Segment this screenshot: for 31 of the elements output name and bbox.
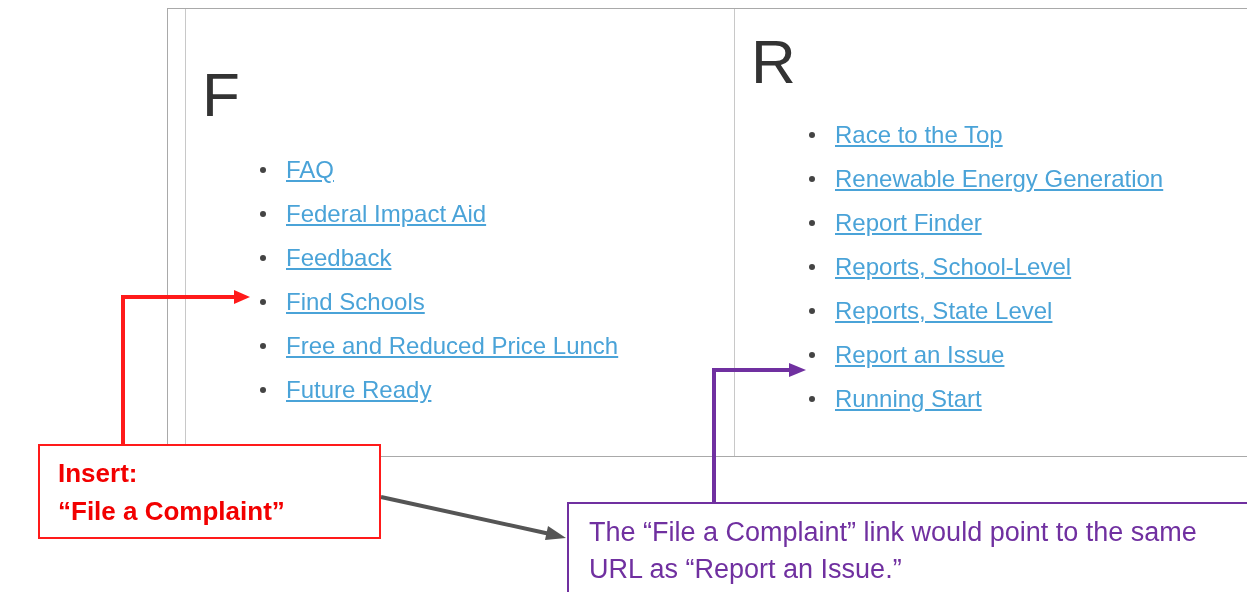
index-link[interactable]: Feedback	[286, 244, 392, 272]
index-link[interactable]: Future Ready	[286, 376, 432, 404]
bullet-icon	[260, 387, 266, 393]
index-link[interactable]: Find Schools	[286, 288, 425, 316]
index-link[interactable]: Federal Impact Aid	[286, 200, 487, 228]
bullet-icon	[260, 211, 266, 217]
bullet-icon	[809, 352, 815, 358]
note-text: Insert:	[58, 456, 139, 490]
bullet-icon	[260, 167, 266, 173]
bullet-icon	[260, 299, 266, 305]
bullet-icon	[809, 132, 815, 138]
bullet-icon	[809, 264, 815, 270]
index-link[interactable]: Renewable Energy Generation	[835, 165, 1164, 193]
index-link[interactable]: Race to the Top	[835, 121, 1003, 149]
bullet-icon	[809, 220, 815, 226]
index-link[interactable]: Running Start	[835, 385, 982, 413]
bullet-icon	[260, 255, 266, 261]
index-link[interactable]: Reports, State Level	[835, 297, 1053, 325]
index-link[interactable]: FAQ	[286, 156, 334, 184]
index-link[interactable]: Report Finder	[835, 209, 982, 237]
bullet-icon	[809, 396, 815, 402]
index-link[interactable]: Report an Issue	[835, 341, 1005, 369]
note-text: “File a Complaint”	[58, 494, 286, 528]
index-link[interactable]: Free and Reduced Price Lunch	[286, 332, 619, 360]
bullet-icon	[809, 176, 815, 182]
note-text: The “File a Complaint” link would point to the same URL as “Report an Issue.”	[589, 516, 1198, 586]
bullet-icon	[260, 343, 266, 349]
index-link[interactable]: Reports, School-Level	[835, 253, 1072, 281]
bullet-icon	[809, 308, 815, 314]
section-letter: R	[751, 31, 797, 93]
section-letter: F	[202, 64, 241, 126]
